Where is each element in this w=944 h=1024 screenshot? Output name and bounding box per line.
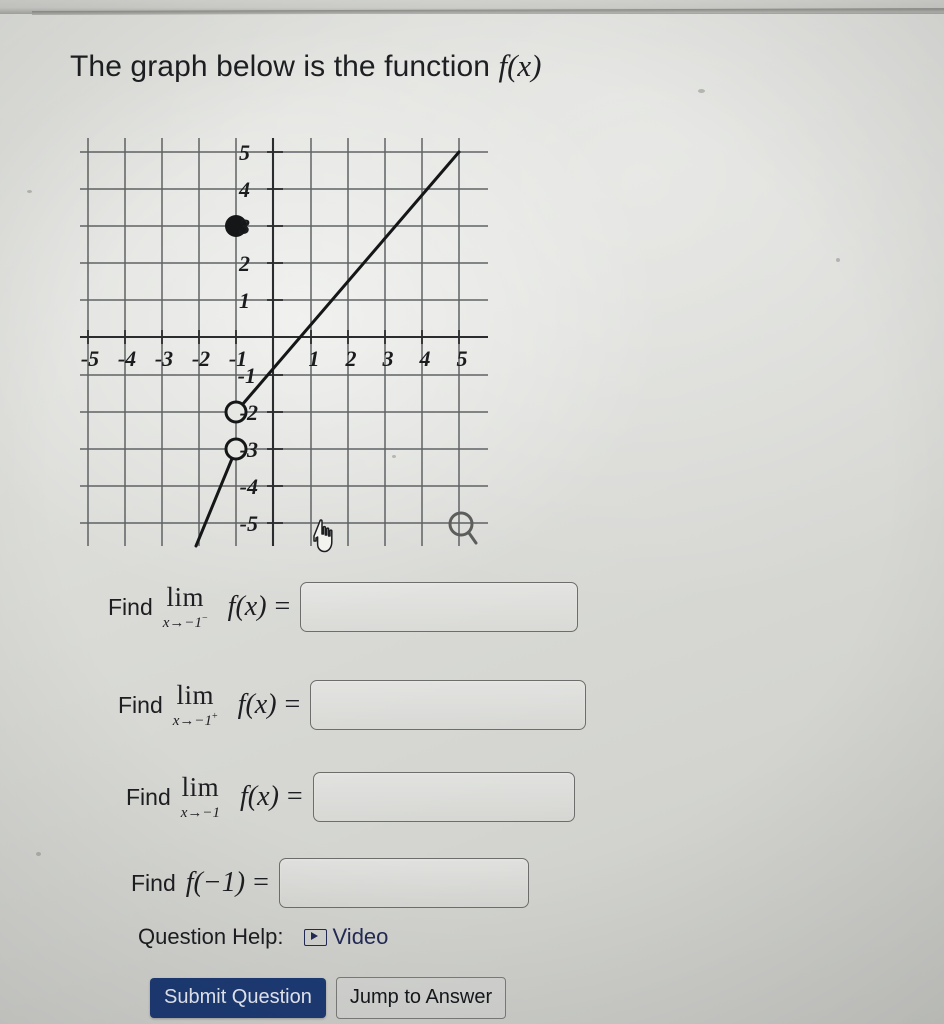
x-tick-label: -5 bbox=[81, 346, 99, 371]
y-tick-label: -3 bbox=[240, 437, 258, 462]
y-tick-label: 2 bbox=[238, 251, 250, 276]
question-label: Find bbox=[126, 783, 171, 810]
video-link-label: Video bbox=[332, 924, 389, 949]
y-tick-label: -2 bbox=[240, 400, 258, 425]
limit-side: + bbox=[212, 710, 218, 722]
function-value-expression: f(−1) bbox=[185, 867, 246, 898]
question-label: Find bbox=[108, 593, 153, 620]
equals-sign: = bbox=[284, 689, 301, 720]
y-tick-label: -5 bbox=[240, 511, 258, 536]
limit-approach: x→−1 bbox=[162, 614, 203, 631]
x-tick-label: 2 bbox=[345, 346, 357, 371]
y-tick-label: 3 bbox=[238, 214, 250, 239]
equals-sign: = bbox=[253, 867, 269, 898]
limit-operator: lim bbox=[181, 771, 220, 802]
limit-approach: x→−1 bbox=[180, 804, 221, 821]
equals-sign: = bbox=[274, 591, 291, 622]
magnifier-icon[interactable] bbox=[446, 509, 480, 547]
function-symbol: f(x) bbox=[498, 48, 542, 83]
action-buttons: Submit Question Jump to Answer bbox=[150, 977, 507, 1019]
x-tick-label: -1 bbox=[229, 346, 247, 371]
x-tick-label: 3 bbox=[382, 346, 394, 371]
limit-approach: x→−1 bbox=[172, 712, 213, 729]
jump-to-answer-button[interactable]: Jump to Answer bbox=[335, 977, 507, 1019]
question-help: Question Help: Video bbox=[138, 924, 388, 950]
question-row-two-sided-limit: Find lim x→−1 f(x) = bbox=[126, 772, 575, 822]
question-row-left-limit: Find lim x→−1− f(x) = bbox=[108, 581, 579, 632]
submit-question-button[interactable]: Submit Question bbox=[150, 978, 326, 1018]
play-video-icon bbox=[303, 928, 327, 946]
y-tick-label: 1 bbox=[239, 288, 250, 313]
function-notation: f(x) bbox=[237, 689, 277, 720]
question-row-right-limit: Find lim x→−1+ f(x) = bbox=[118, 679, 587, 730]
function-notation: f(x) bbox=[227, 591, 267, 622]
left-branch bbox=[194, 447, 238, 548]
dust-speck bbox=[36, 852, 41, 856]
dust-speck bbox=[698, 89, 705, 93]
limit-subscript: x→−1− bbox=[162, 612, 208, 631]
question-label: Find bbox=[118, 691, 163, 718]
page-title-text: The graph below is the function bbox=[70, 50, 499, 83]
dust-speck bbox=[836, 258, 840, 262]
pointing-hand-cursor bbox=[313, 519, 333, 553]
y-tick-label: 4 bbox=[238, 177, 250, 202]
limit-operator: lim bbox=[166, 581, 204, 612]
limit-expression: lim x→−1+ bbox=[172, 679, 218, 729]
dust-speck bbox=[27, 190, 32, 193]
page-title: The graph below is the function f(x) bbox=[70, 48, 690, 84]
video-help-link[interactable]: Video bbox=[303, 924, 389, 950]
question-help-label: Question Help: bbox=[138, 924, 284, 949]
limit-subscript: x→−1 bbox=[181, 804, 220, 821]
axes bbox=[80, 138, 488, 546]
limit-side: − bbox=[202, 612, 208, 624]
function-notation: f(x) bbox=[240, 781, 279, 812]
question-label: Find bbox=[131, 869, 176, 896]
limit-operator: lim bbox=[176, 679, 214, 710]
x-tick-label: -4 bbox=[118, 346, 136, 371]
x-tick-label: -2 bbox=[192, 346, 210, 371]
graph-canvas: 5 4 3 2 1 -1 -2 -3 -4 -5 -5 -4 -3 -2 -1 … bbox=[80, 138, 488, 548]
x-tick-label: 5 bbox=[457, 346, 468, 371]
function-graph: 5 4 3 2 1 -1 -2 -3 -4 -5 -5 -4 -3 -2 -1 … bbox=[78, 136, 490, 548]
answer-input-right-limit[interactable] bbox=[310, 680, 587, 730]
grid-lines bbox=[80, 138, 488, 546]
limit-subscript: x→−1+ bbox=[172, 710, 218, 729]
y-tick-label: 5 bbox=[239, 140, 250, 165]
x-tick-label: 4 bbox=[419, 346, 431, 371]
question-row-function-value: Find f(−1) = bbox=[131, 858, 529, 908]
x-tick-label: -3 bbox=[155, 346, 173, 371]
equals-sign: = bbox=[286, 781, 303, 812]
limit-expression: lim x→−1− bbox=[162, 581, 208, 631]
x-tick-label: 1 bbox=[309, 346, 320, 371]
answer-input-function-value[interactable] bbox=[278, 858, 529, 908]
answer-input-two-sided-limit[interactable] bbox=[312, 772, 575, 822]
limit-expression: lim x→−1 bbox=[181, 771, 220, 821]
y-tick-label: -4 bbox=[240, 474, 258, 499]
answer-input-left-limit[interactable] bbox=[300, 582, 579, 632]
